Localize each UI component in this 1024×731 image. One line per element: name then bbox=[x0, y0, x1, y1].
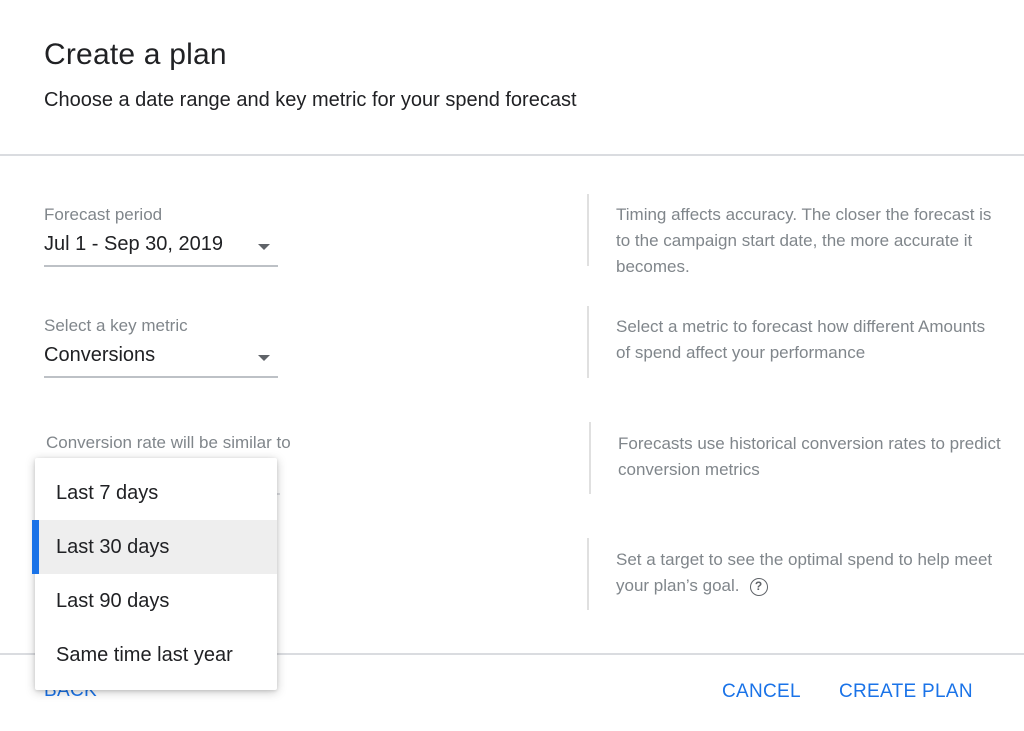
forecast-period-label: Forecast period bbox=[44, 205, 163, 224]
forecast-period-value: Jul 1 - Sep 30, 2019 bbox=[44, 233, 224, 255]
conversion-rate-dropdown-menu: Last 7 days Last 30 days Last 90 days Sa… bbox=[32, 458, 277, 690]
target-help: Set a target to see the optimal spend to… bbox=[616, 547, 1001, 599]
divider bbox=[587, 306, 589, 378]
chevron-down-icon bbox=[258, 244, 270, 250]
forecast-period-help: Timing affects accuracy. The closer the … bbox=[616, 205, 992, 276]
menu-item-last-7-days[interactable]: Last 7 days bbox=[35, 466, 277, 520]
create-plan-dialog: Create a plan Choose a date range and ke… bbox=[0, 0, 1024, 731]
chevron-down-icon bbox=[258, 355, 270, 361]
key-metric-label: Select a key metric bbox=[44, 316, 188, 335]
dialog-header: Create a plan Choose a date range and ke… bbox=[0, 0, 1024, 156]
target-help-text: Set a target to see the optimal spend to… bbox=[616, 550, 993, 595]
key-metric-value: Conversions bbox=[44, 344, 156, 366]
forecast-period-select[interactable]: Jul 1 - Sep 30, 2019 bbox=[44, 229, 278, 267]
menu-item-last-90-days[interactable]: Last 90 days bbox=[35, 574, 277, 628]
cancel-button[interactable]: CANCEL bbox=[722, 681, 801, 703]
key-metric-help: Select a metric to forecast how differen… bbox=[616, 317, 986, 362]
conversion-rate-label: Conversion rate will be similar to bbox=[46, 433, 291, 452]
divider bbox=[587, 194, 589, 266]
create-plan-button[interactable]: CREATE PLAN bbox=[839, 681, 973, 703]
menu-item-same-time-last-year[interactable]: Same time last year bbox=[35, 628, 277, 682]
key-metric-select[interactable]: Conversions bbox=[44, 340, 278, 378]
menu-item-last-30-days[interactable]: Last 30 days bbox=[32, 520, 277, 574]
dialog-title: Create a plan bbox=[44, 38, 227, 71]
divider bbox=[587, 538, 589, 610]
divider bbox=[589, 422, 591, 494]
dialog-subtitle: Choose a date range and key metric for y… bbox=[44, 89, 577, 111]
conversion-rate-help: Forecasts use historical conversion rate… bbox=[618, 434, 1001, 479]
help-circle-icon[interactable]: ? bbox=[749, 577, 768, 596]
